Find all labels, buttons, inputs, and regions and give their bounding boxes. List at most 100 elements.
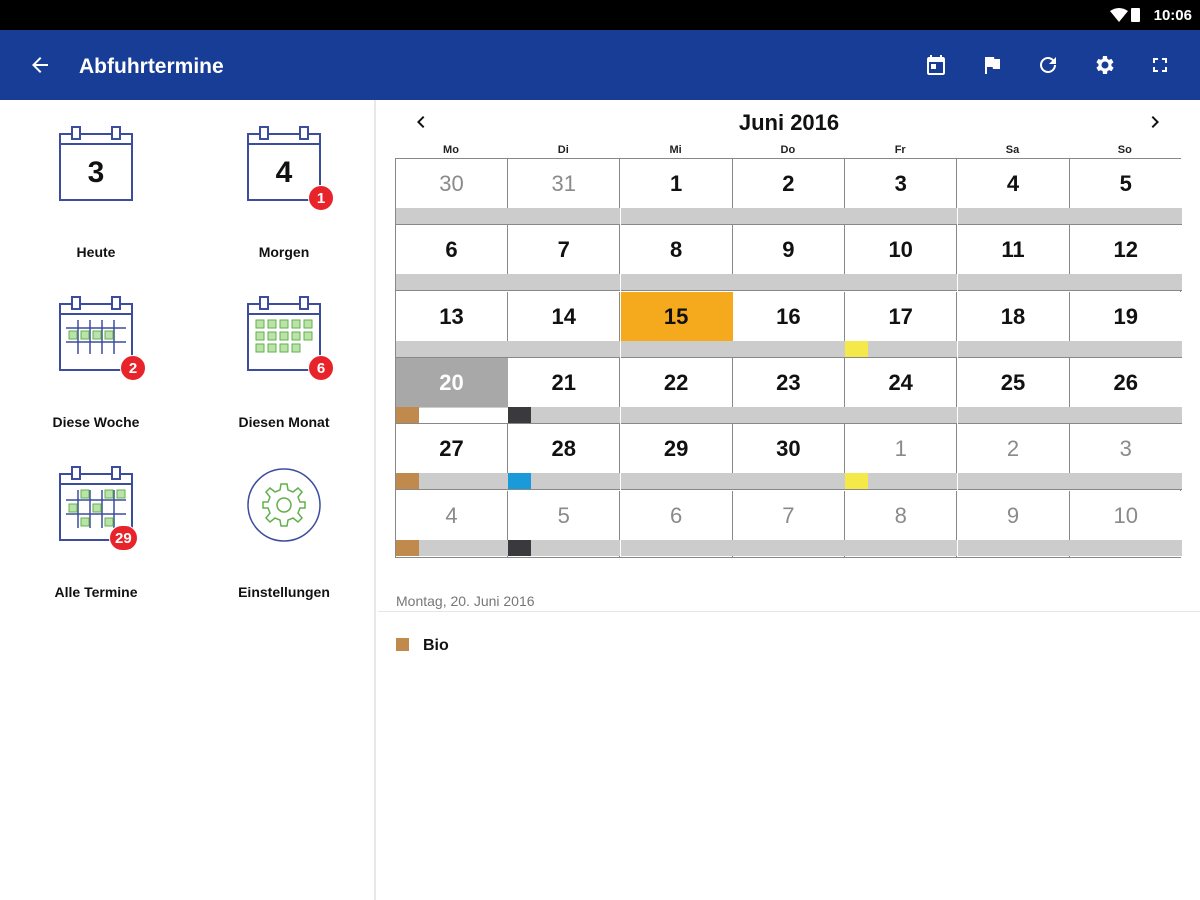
collection-bar (508, 208, 621, 224)
day-cell[interactable]: 22 (620, 357, 733, 424)
day-number: 25 (1000, 369, 1026, 395)
count-badge: 6 (308, 355, 334, 381)
day-cell[interactable]: 3 (845, 159, 958, 225)
tile-heute[interactable]: 3 Heute (21, 124, 171, 264)
day-cell[interactable]: 15 (620, 291, 733, 358)
collection-bar (620, 340, 733, 357)
day-cell[interactable]: 25 (957, 357, 1070, 424)
settings-icon[interactable] (1092, 53, 1116, 77)
day-cell[interactable]: 21 (508, 357, 621, 424)
collection-bar (1069, 274, 1182, 291)
collection-bar (396, 340, 508, 357)
day-cell[interactable]: 3 (1069, 424, 1182, 491)
day-cell[interactable]: 7 (508, 225, 621, 292)
day-cell[interactable]: 4 (957, 159, 1070, 225)
day-cell[interactable]: 12 (1069, 225, 1182, 292)
collection-bar (620, 208, 733, 224)
collection-marker (508, 473, 532, 490)
weekday-label: Fr (894, 144, 906, 156)
day-cell[interactable]: 10 (845, 225, 958, 292)
tile-date: 3 (87, 156, 105, 189)
count-badge: 2 (120, 355, 146, 381)
day-cell[interactable]: 26 (1069, 357, 1182, 424)
day-cell[interactable]: 28 (508, 424, 621, 491)
day-number: 2 (1006, 436, 1020, 462)
day-cell[interactable]: 5 (1069, 159, 1182, 225)
day-cell[interactable]: 23 (732, 357, 845, 424)
calendar-panel: Juni 2016 Mo Di Mi Do Fr Sa So 30 31 1 2 3 4 5 6 7 8 9 10… (378, 100, 1200, 900)
day-cell[interactable]: 17 (845, 291, 958, 358)
day-cell[interactable]: 30 (396, 159, 508, 225)
day-cell[interactable]: 27 (396, 424, 508, 491)
waste-color-swatch (396, 638, 409, 651)
tile-label: Einstellungen (238, 584, 330, 600)
day-number: 6 (445, 237, 458, 263)
day-cell[interactable]: 14 (508, 291, 621, 358)
day-cell[interactable]: 10 (1069, 490, 1182, 557)
day-cell[interactable]: 11 (957, 225, 1070, 292)
collection-bar (732, 208, 845, 224)
day-number: 22 (663, 369, 689, 395)
collection-bar (396, 208, 508, 224)
day-cell[interactable]: 13 (396, 291, 508, 358)
day-number: 17 (888, 303, 913, 329)
day-cell[interactable]: 5 (508, 490, 621, 557)
tile-diesen-monat[interactable]: 6 Diesen Monat (209, 294, 359, 434)
collection-marker (396, 539, 419, 556)
day-cell[interactable]: 7 (732, 490, 845, 557)
calendar-today-icon[interactable] (924, 53, 948, 77)
tile-diese-woche[interactable]: 2 Diese Woche (21, 294, 171, 434)
collection-bar (1069, 406, 1182, 423)
day-cell[interactable]: 2 (957, 424, 1070, 491)
day-number: 7 (782, 502, 795, 528)
tile-label: Morgen (258, 244, 310, 260)
fullscreen-icon[interactable] (1148, 53, 1172, 77)
refresh-icon[interactable] (1036, 53, 1060, 77)
day-cell[interactable]: 2 (732, 159, 845, 225)
tile-einstellungen[interactable]: Einstellungen (209, 464, 359, 604)
collection-marker (845, 340, 869, 357)
weekday-label: Di (557, 144, 569, 156)
calendar-header: Juni 2016 (378, 100, 1200, 144)
day-number: 30 (776, 436, 801, 462)
tile-date: 4 (275, 156, 293, 189)
day-number: 3 (1119, 436, 1132, 462)
day-cell[interactable]: 19 (1069, 291, 1182, 358)
day-number: 9 (1006, 502, 1020, 528)
day-number: 23 (776, 369, 801, 395)
day-cell[interactable]: 30 (732, 424, 845, 491)
collection-item: Bio (396, 637, 449, 655)
collection-bar (1069, 539, 1182, 556)
day-number: 18 (1000, 303, 1026, 329)
day-number: 11 (1001, 237, 1025, 263)
day-cell[interactable]: 29 (620, 424, 733, 491)
day-number: 29 (663, 436, 689, 462)
day-cell[interactable]: 1 (845, 424, 958, 491)
day-cell[interactable]: 18 (957, 291, 1070, 358)
collection-bar (732, 539, 845, 556)
day-cell[interactable]: 9 (732, 225, 845, 292)
flag-icon[interactable] (980, 53, 1004, 77)
collection-bar (732, 473, 845, 490)
day-cell[interactable]: 8 (620, 225, 733, 292)
collection-bar (508, 340, 621, 357)
day-cell[interactable]: 8 (845, 490, 958, 557)
collection-bar (508, 274, 621, 291)
day-number: 20 (439, 369, 464, 395)
chevron-right-icon[interactable] (1143, 110, 1167, 134)
day-cell[interactable]: 24 (845, 357, 958, 424)
day-cell[interactable]: 31 (508, 159, 621, 225)
collection-marker (508, 539, 532, 556)
day-cell[interactable]: 6 (620, 490, 733, 557)
day-cell[interactable]: 4 (396, 490, 508, 557)
day-cell[interactable]: 16 (732, 291, 845, 358)
day-number: 28 (551, 436, 577, 462)
tile-alle-termine[interactable]: 29 Alle Termine (21, 464, 171, 604)
day-cell[interactable]: 20 (396, 357, 508, 424)
day-cell[interactable]: 1 (620, 159, 733, 225)
back-arrow-icon[interactable] (28, 53, 52, 77)
tile-morgen[interactable]: 4 1 Morgen (209, 124, 359, 264)
day-number: 31 (551, 171, 577, 196)
day-cell[interactable]: 9 (957, 490, 1070, 557)
day-cell[interactable]: 6 (396, 225, 508, 292)
